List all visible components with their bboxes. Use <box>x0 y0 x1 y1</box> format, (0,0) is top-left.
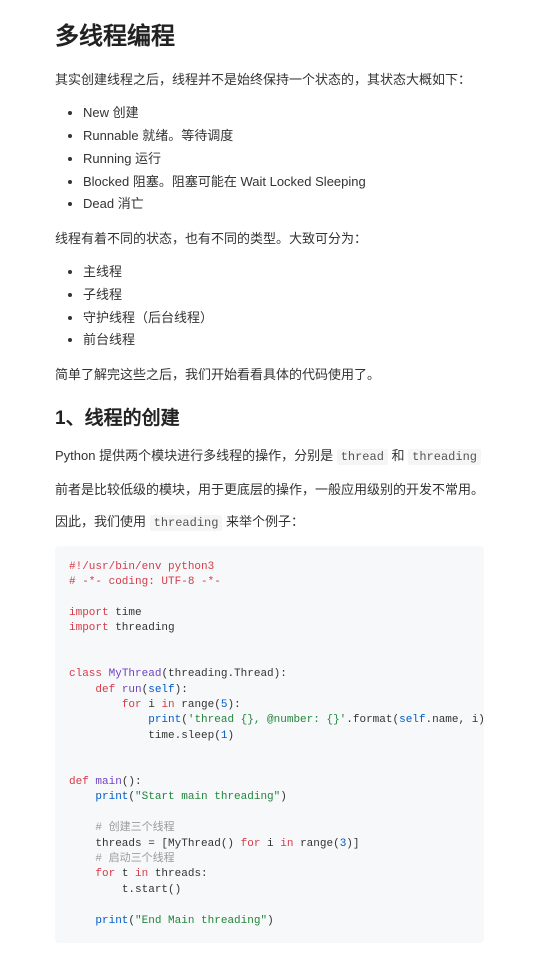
thread-states-list: New 创建 Runnable 就绪。等待调度 Running 运行 Block… <box>55 103 484 215</box>
page-title: 多线程编程 <box>55 18 484 56</box>
list-item: 前台线程 <box>83 330 484 351</box>
types-intro: 线程有着不同的状态，也有不同的类型。大致可分为： <box>55 229 484 250</box>
section-1-title: 1、线程的创建 <box>55 404 484 434</box>
inline-code: threading <box>150 515 223 531</box>
inline-code: thread <box>337 449 388 465</box>
inline-code: threading <box>408 449 481 465</box>
list-item: 主线程 <box>83 262 484 283</box>
list-item: Runnable 就绪。等待调度 <box>83 126 484 147</box>
thread-types-list: 主线程 子线程 守护线程（后台线程） 前台线程 <box>55 262 484 351</box>
list-item: 子线程 <box>83 285 484 306</box>
after-types: 简单了解完这些之后，我们开始看看具体的代码使用了。 <box>55 365 484 386</box>
list-item: Dead 消亡 <box>83 194 484 215</box>
paragraph-modules: Python 提供两个模块进行多线程的操作，分别是 thread 和 threa… <box>55 446 484 467</box>
list-item: Blocked 阻塞。阻塞可能在 Wait Locked Sleeping <box>83 172 484 193</box>
list-item: 守护线程（后台线程） <box>83 308 484 329</box>
intro-paragraph: 其实创建线程之后，线程并不是始终保持一个状态的，其状态大概如下： <box>55 70 484 91</box>
list-item: New 创建 <box>83 103 484 124</box>
list-item: Running 运行 <box>83 149 484 170</box>
paragraph-lowlevel: 前者是比较低级的模块，用于更底层的操作，一般应用级别的开发不常用。 <box>55 480 484 501</box>
code-example: #!/usr/bin/env python3 # -*- coding: UTF… <box>55 546 484 943</box>
paragraph-example: 因此，我们使用 threading 来举个例子： <box>55 512 484 533</box>
